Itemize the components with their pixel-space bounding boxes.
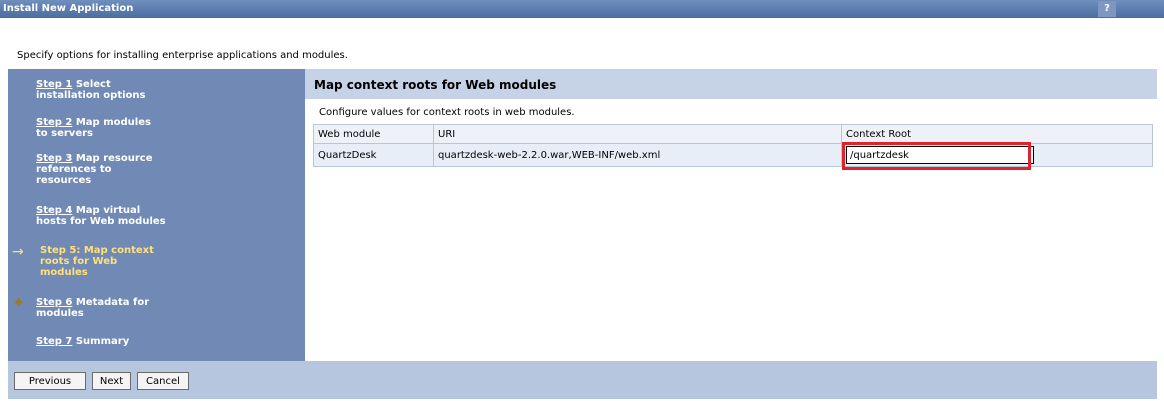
column-header-context-root: Context Root <box>841 124 1153 144</box>
step-2: Step 2 Map modules to servers <box>36 117 151 139</box>
step-1: Step 1 Select installation options <box>36 79 146 101</box>
content-heading-bar: Map context roots for Web modules <box>305 69 1157 99</box>
description-text: Configure values for context roots in we… <box>319 107 575 118</box>
step-6: Step 6 Metadata for modules <box>36 297 150 319</box>
next-button[interactable]: Next <box>92 372 131 390</box>
step-1-link[interactable]: Step 1 <box>36 79 72 90</box>
web-module-cell: QuartzDesk <box>313 143 434 167</box>
previous-button[interactable]: Previous <box>14 372 86 390</box>
page-title: Map context roots for Web modules <box>314 78 557 92</box>
window-title: Install New Application <box>3 3 134 14</box>
column-header-uri: URI <box>433 124 842 144</box>
step-5-current: Step 5: Map context roots for Web module… <box>40 245 154 278</box>
step-4: Step 4 Map virtual hosts for Web modules <box>36 205 166 227</box>
close-icon[interactable]: ▕ <box>1159 2 1164 13</box>
current-step-arrow-icon: → <box>12 244 24 260</box>
step-2-link[interactable]: Step 2 <box>36 117 72 128</box>
cancel-button[interactable]: Cancel <box>137 372 189 390</box>
required-step-star-icon: ✦ <box>12 293 26 312</box>
column-header-web-module: Web module <box>313 124 434 144</box>
step-7-link[interactable]: Step 7 <box>36 336 72 347</box>
title-bar: Install New Application ? ▕ <box>0 0 1164 18</box>
step-7: Step 7 Summary <box>36 336 130 347</box>
step-3: Step 3 Map resource references to resour… <box>36 153 153 186</box>
help-icon[interactable]: ? <box>1098 1 1116 17</box>
uri-cell: quartzdesk-web-2.2.0.war,WEB-INF/web.xml <box>433 143 842 167</box>
highlight-box <box>842 142 1031 170</box>
table-header-row: Web module URI Context Root <box>313 124 1153 144</box>
step-6-link[interactable]: Step 6 <box>36 297 72 308</box>
step-3-link[interactable]: Step 3 <box>36 153 72 164</box>
intro-text: Specify options for installing enterpris… <box>17 50 348 61</box>
step-4-link[interactable]: Step 4 <box>36 205 72 216</box>
